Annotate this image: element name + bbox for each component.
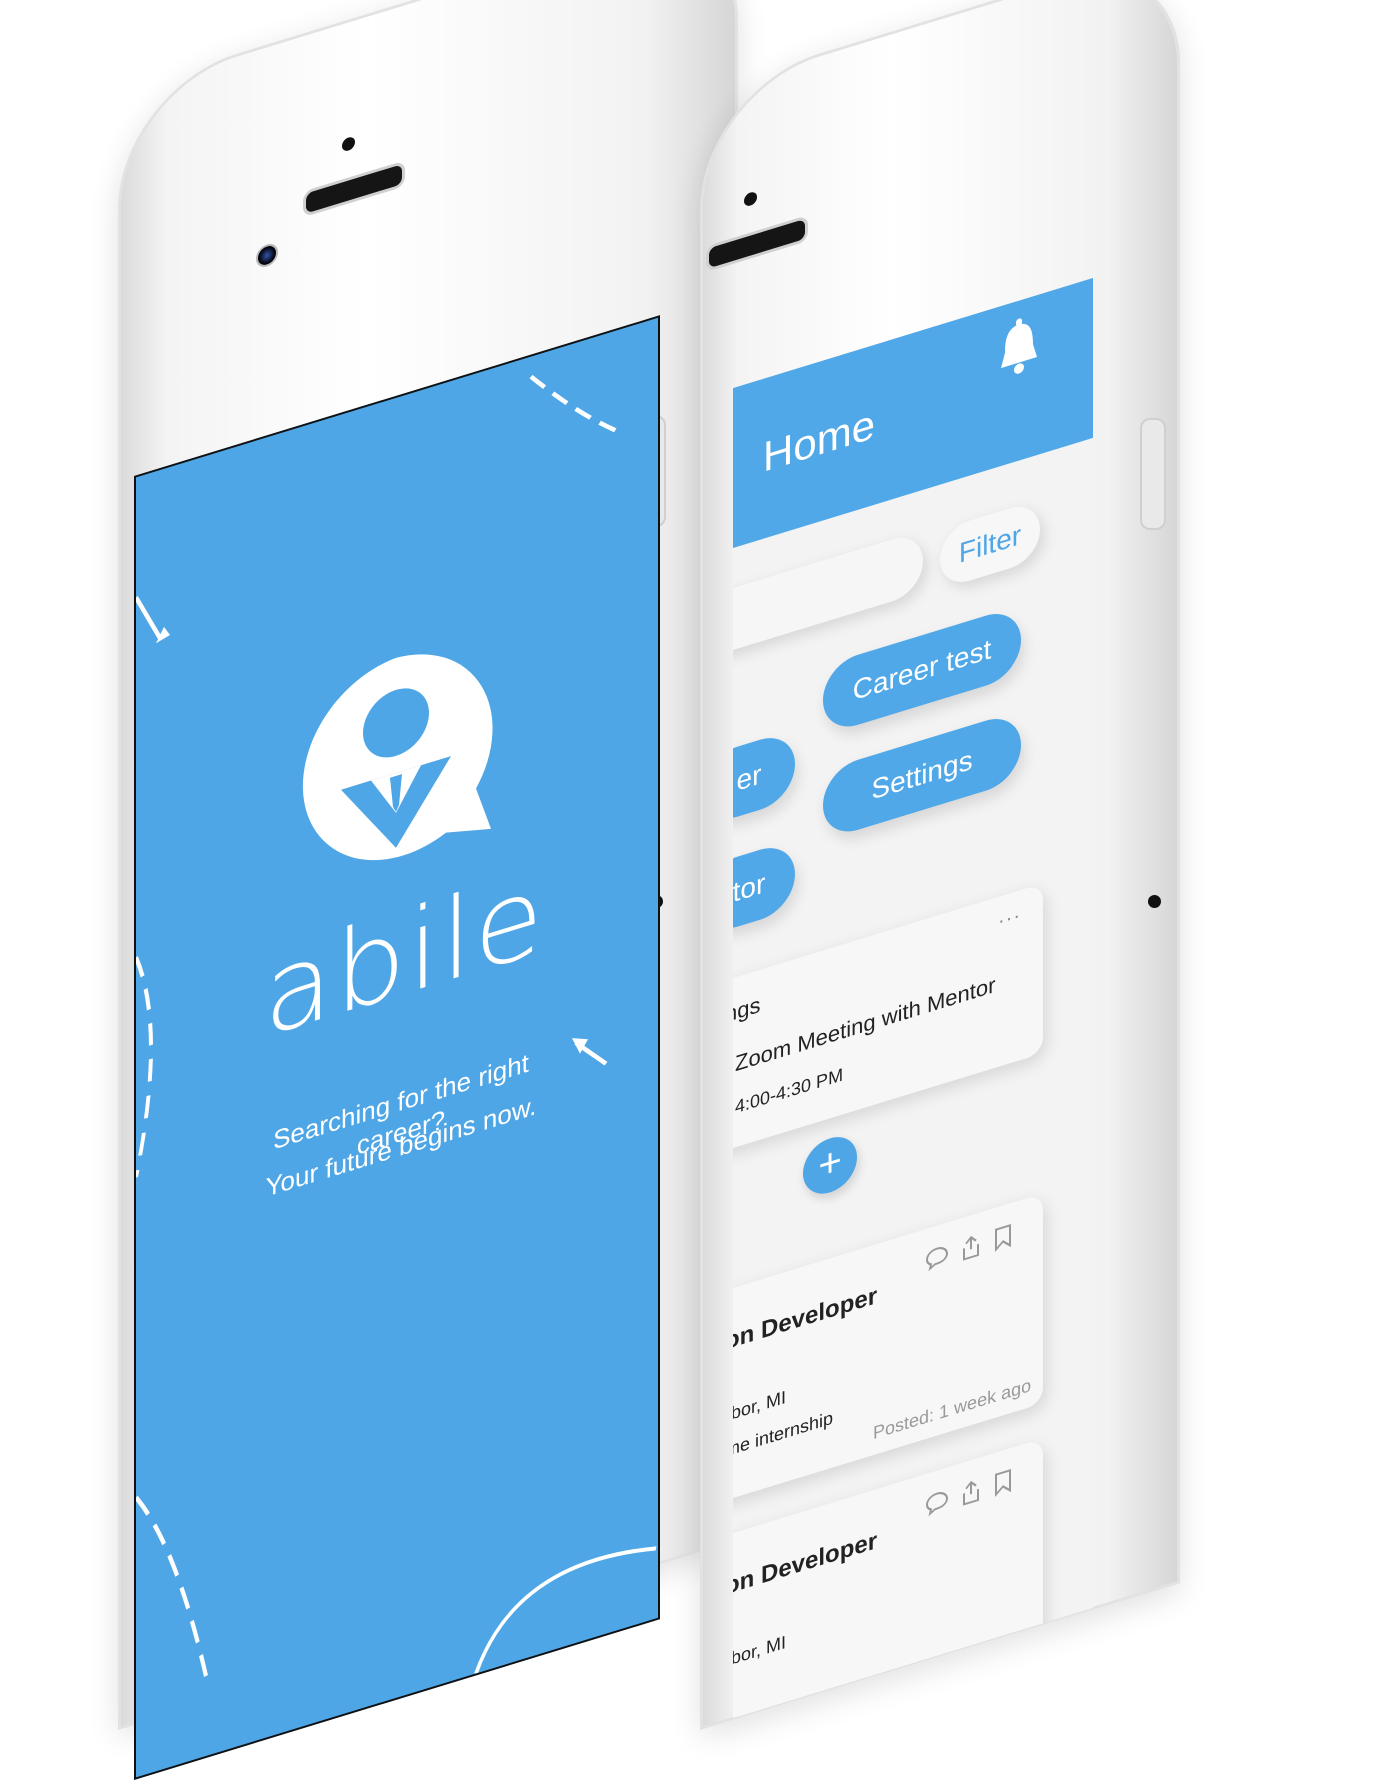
share-icon[interactable] bbox=[959, 1477, 983, 1513]
career-test-button[interactable]: Career test bbox=[823, 604, 1021, 736]
job-actions bbox=[925, 1222, 1013, 1278]
front-sensor bbox=[342, 135, 355, 153]
home-screen: Home Filter er Career test tor Settings … bbox=[733, 277, 1093, 1718]
job-posted-date: Posted: 1 week ago bbox=[873, 1374, 1032, 1444]
job-location: rbor, MI bbox=[733, 1631, 787, 1671]
nav-pill-partial-top[interactable]: er bbox=[733, 729, 795, 828]
job-actions bbox=[925, 1467, 1013, 1523]
add-button[interactable]: + bbox=[803, 1130, 857, 1201]
meetings-heading: ngs bbox=[733, 991, 761, 1028]
bookmark-icon[interactable] bbox=[993, 1222, 1013, 1257]
meetings-card: ngs ··· Zoom Meeting with Mentor 4:00-4:… bbox=[733, 883, 1043, 1155]
page-title: Home bbox=[763, 399, 876, 481]
job-title: on Developer bbox=[733, 1281, 878, 1356]
share-icon[interactable] bbox=[959, 1232, 983, 1268]
earpiece-speaker bbox=[303, 160, 405, 218]
more-options-icon[interactable]: ··· bbox=[998, 904, 1021, 934]
settings-button[interactable]: Settings bbox=[823, 709, 1021, 841]
meeting-item-title[interactable]: Zoom Meeting with Mentor bbox=[735, 972, 995, 1078]
splash-screen: abile Searching for the right career? Yo… bbox=[134, 315, 660, 1780]
nav-pill-partial-bottom[interactable]: tor bbox=[733, 839, 795, 938]
side-button-right-phone bbox=[1140, 418, 1166, 530]
bell-icon[interactable] bbox=[999, 312, 1039, 389]
filter-button[interactable]: Filter bbox=[940, 499, 1040, 590]
dashed-path-decoration bbox=[136, 374, 657, 1678]
comment-icon[interactable] bbox=[925, 1242, 949, 1278]
bookmark-icon[interactable] bbox=[993, 1467, 1013, 1502]
front-sensor-right bbox=[744, 190, 757, 208]
side-dot-right-phone bbox=[1148, 895, 1161, 908]
meeting-item-time: 4:00-4:30 PM bbox=[735, 1064, 844, 1118]
comment-icon[interactable] bbox=[925, 1487, 949, 1523]
earpiece-speaker-right bbox=[706, 214, 808, 273]
front-camera bbox=[256, 241, 278, 270]
job-location: rbor, MI bbox=[733, 1386, 787, 1426]
job-title: on Developer bbox=[733, 1526, 878, 1601]
